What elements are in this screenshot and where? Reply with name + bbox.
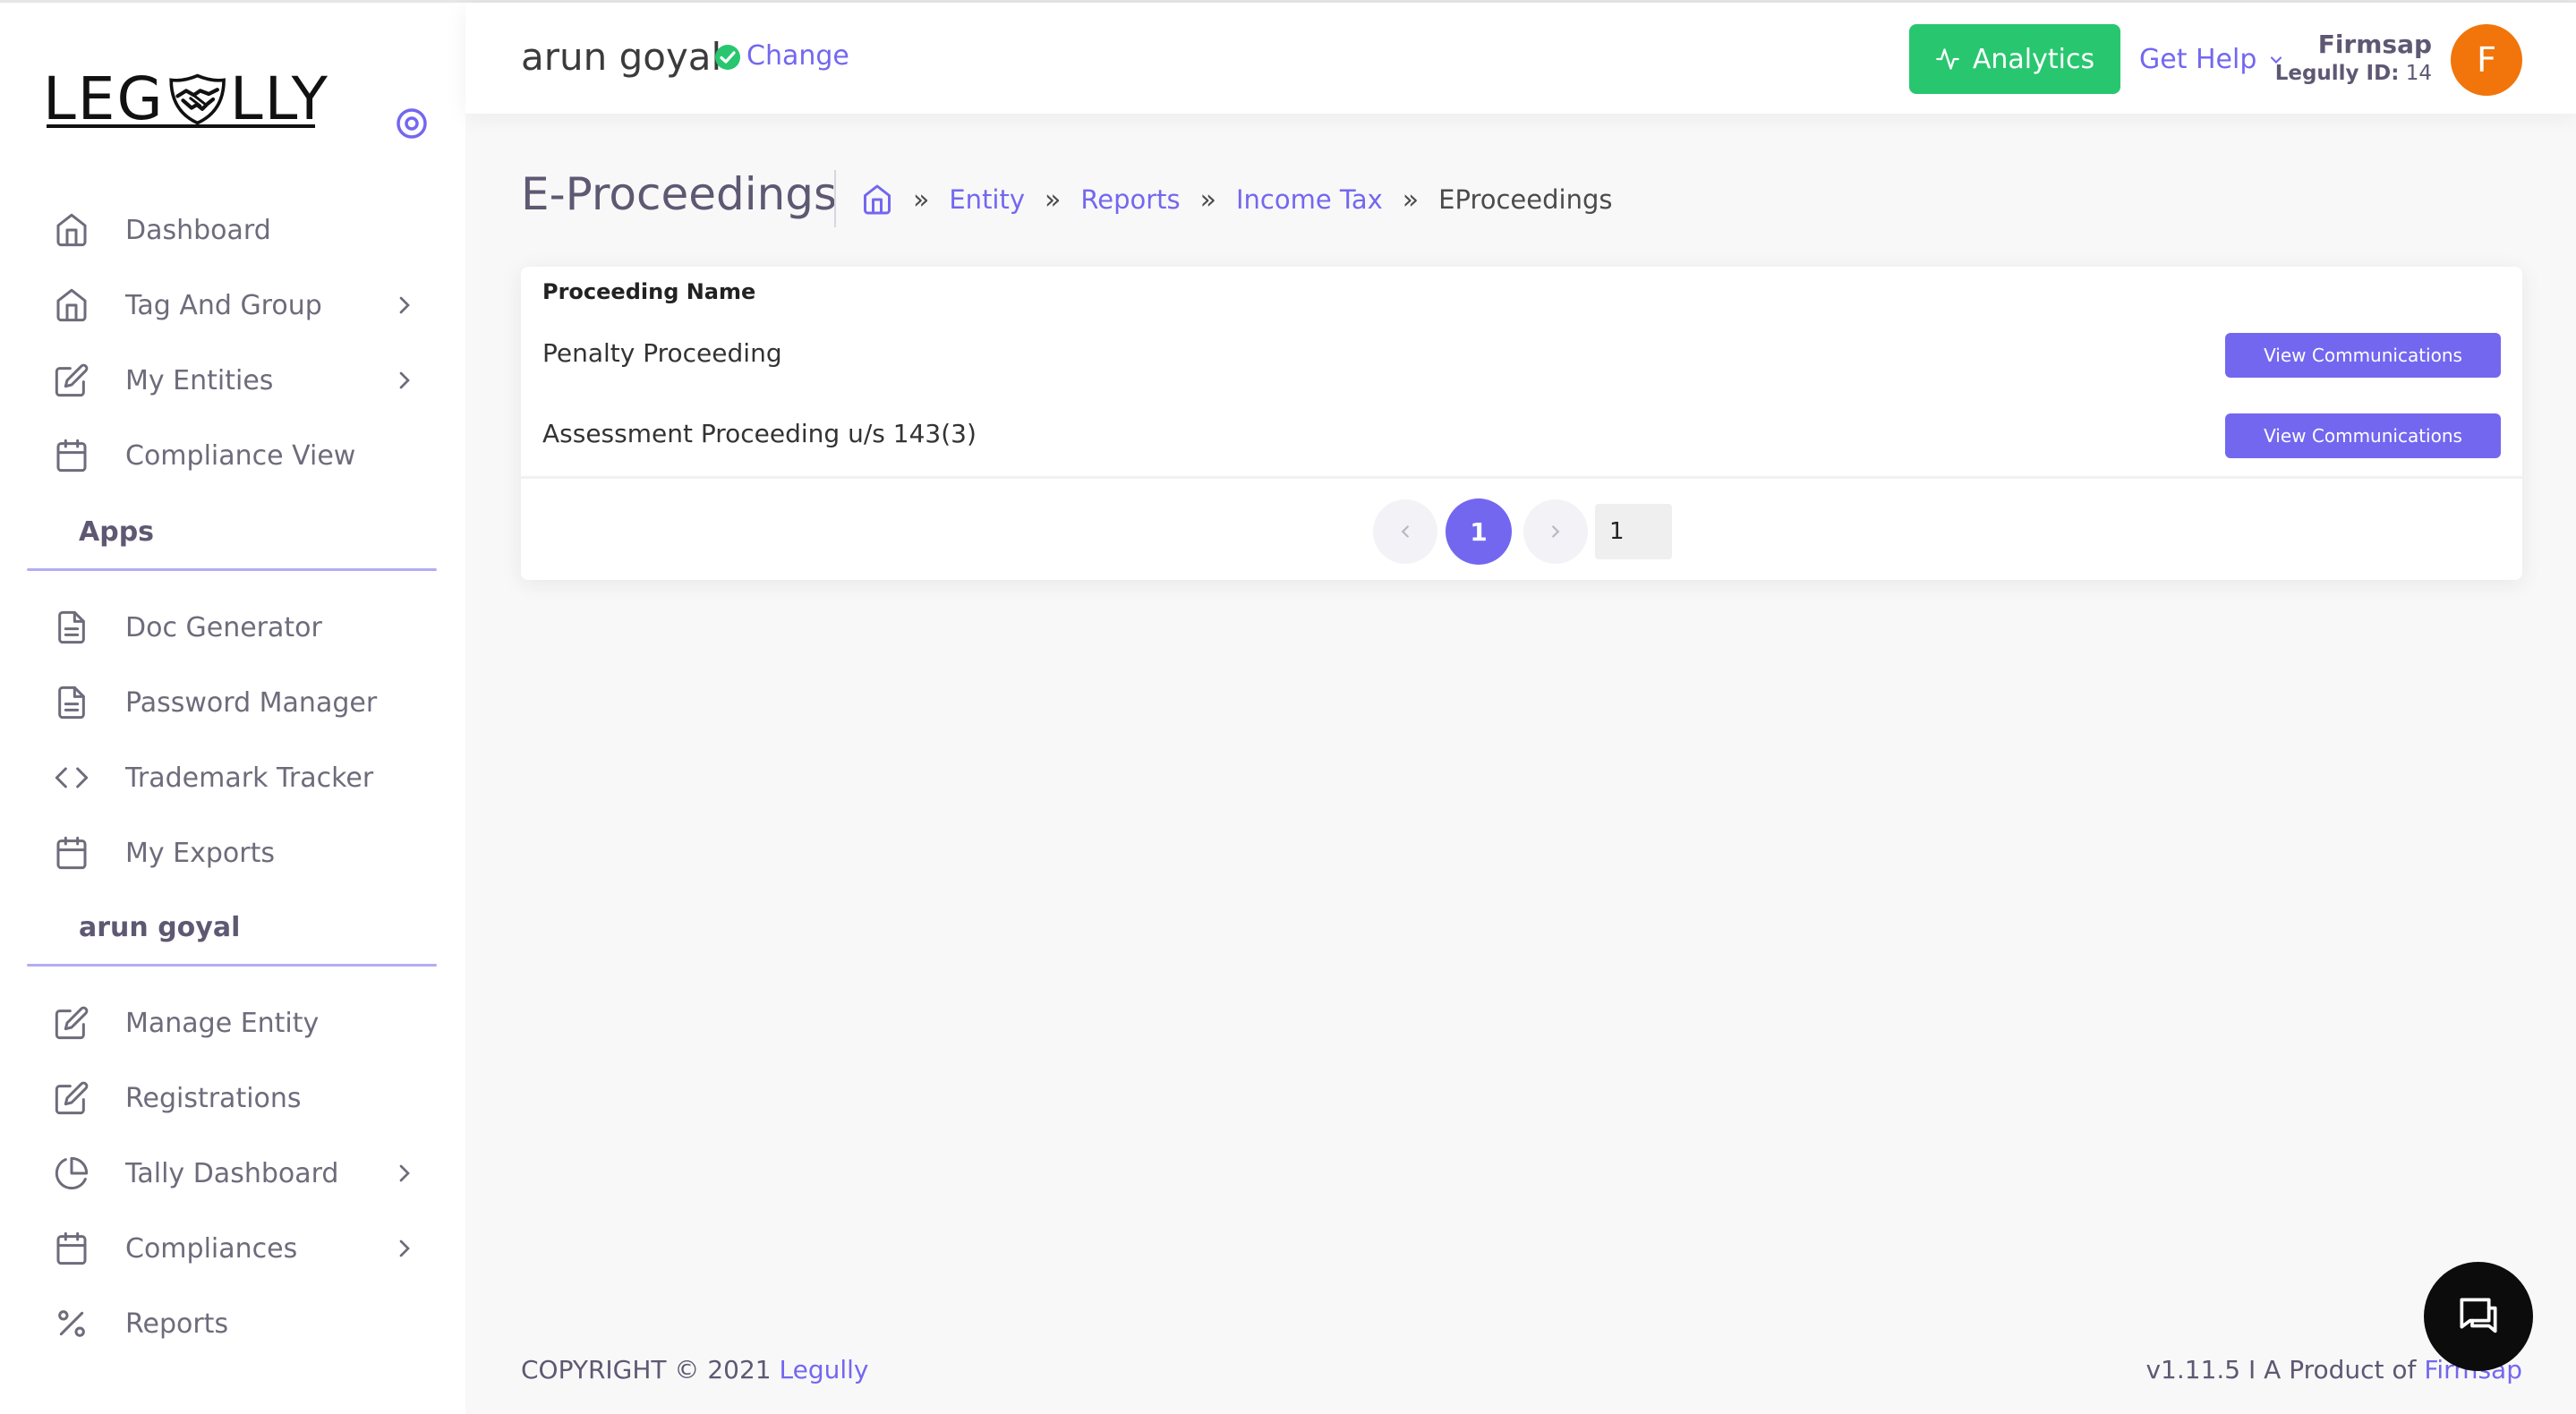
current-page-button[interactable]: 1 [1446, 498, 1512, 565]
toggle-sidebar-icon[interactable] [394, 106, 430, 141]
breadcrumb-separator: » [913, 183, 930, 216]
edit-icon [52, 361, 91, 400]
table-divider [521, 476, 2522, 479]
home-icon[interactable] [861, 183, 893, 216]
view-communications-button[interactable]: View Communications [2225, 413, 2501, 458]
copyright: COPYRIGHT © 2021 Legully [521, 1355, 868, 1384]
calendar-icon [52, 1229, 91, 1268]
legully-id: Legully ID: 14 [2275, 62, 2432, 85]
copyright-text: COPYRIGHT © 2021 [521, 1355, 772, 1384]
logo-underline [47, 124, 315, 128]
sidebar-item-tag-and-group[interactable]: Tag And Group [52, 278, 437, 332]
page-title: E-Proceedings [521, 168, 838, 220]
file-text-icon [52, 683, 91, 722]
chevron-right-icon [399, 1239, 410, 1257]
firm-name: Firmsap [2317, 30, 2432, 59]
chevron-left-icon [1401, 525, 1409, 538]
chevron-right-icon [1552, 525, 1560, 538]
chevron-right-icon [399, 371, 410, 389]
edit-icon [52, 1003, 91, 1043]
sidebar-item-label: Manage Entity [125, 1007, 320, 1039]
file-text-icon [52, 608, 91, 647]
code-icon [52, 758, 91, 797]
change-user-link[interactable]: Change [746, 40, 849, 72]
user-divider [27, 964, 437, 967]
breadcrumb-separator: » [1045, 183, 1062, 216]
home-icon [52, 210, 91, 250]
breadcrumb-separator: » [1402, 183, 1420, 216]
sidebar-item-label: Compliance View [125, 439, 356, 472]
current-user-name: arun goyal [521, 35, 722, 79]
sidebar: LEG LLY Dashboard Tag And Group My Entit… [0, 3, 465, 1414]
proceeding-name: Assessment Proceeding u/s 143(3) [542, 419, 977, 448]
legully-logo[interactable]: LEG LLY [43, 55, 329, 144]
sidebar-item-label: Reports [125, 1308, 229, 1340]
sidebar-item-compliance-view[interactable]: Compliance View [52, 429, 437, 482]
proceedings-card: Proceeding Name Penalty Proceeding View … [521, 267, 2522, 580]
breadcrumb-current: EProceedings [1438, 184, 1613, 215]
calendar-icon [52, 436, 91, 475]
sidebar-item-label: Registrations [125, 1082, 302, 1114]
edit-icon [52, 1078, 91, 1118]
breadcrumb: » Entity » Reports » Income Tax » EProce… [861, 179, 1612, 220]
sidebar-item-registrations[interactable]: Registrations [52, 1071, 437, 1125]
sidebar-item-reports[interactable]: Reports [52, 1297, 437, 1350]
analytics-button[interactable]: Analytics [1909, 24, 2120, 94]
sidebar-item-label: Password Manager [125, 686, 378, 719]
sidebar-item-dashboard[interactable]: Dashboard [52, 203, 437, 257]
sidebar-item-password-manager[interactable]: Password Manager [52, 676, 437, 729]
analytics-label: Analytics [1972, 43, 2095, 75]
pie-chart-icon [52, 1154, 91, 1193]
sidebar-item-label: My Entities [125, 364, 274, 396]
page-number-input[interactable]: 1 [1595, 504, 1672, 559]
sidebar-item-compliances[interactable]: Compliances [52, 1222, 437, 1275]
legully-id-label: Legully ID: [2274, 62, 2400, 85]
shield-handshake-icon [169, 73, 226, 125]
sidebar-item-my-entities[interactable]: My Entities [52, 354, 437, 407]
logo-text-right: LLY [229, 64, 329, 133]
sidebar-item-tally-dashboard[interactable]: Tally Dashboard [52, 1146, 437, 1200]
home-icon [52, 285, 91, 325]
chat-button[interactable] [2424, 1262, 2533, 1371]
legully-id-value: 14 [2405, 62, 2432, 85]
title-divider [834, 170, 836, 227]
column-header-proceeding-name: Proceeding Name [542, 279, 756, 304]
sidebar-item-trademark-tracker[interactable]: Trademark Tracker [52, 751, 437, 805]
breadcrumb-income-tax[interactable]: Income Tax [1236, 184, 1383, 215]
top-navbar: arun goyal Change Analytics Get Help Fir… [465, 3, 2576, 114]
breadcrumb-reports[interactable]: Reports [1080, 184, 1180, 215]
sidebar-item-doc-generator[interactable]: Doc Generator [52, 601, 437, 654]
sidebar-item-label: Dashboard [125, 214, 271, 246]
breadcrumb-separator: » [1199, 183, 1216, 216]
sidebar-item-label: Trademark Tracker [125, 762, 374, 794]
sidebar-item-label: Compliances [125, 1232, 298, 1265]
get-help-label: Get Help [2139, 44, 2257, 75]
next-page-button[interactable] [1523, 499, 1588, 564]
apps-section-heading: Apps [79, 516, 155, 548]
percent-icon [52, 1304, 91, 1343]
logo-text-left: LEG [43, 64, 165, 133]
sidebar-item-manage-entity[interactable]: Manage Entity [52, 996, 437, 1050]
previous-page-button[interactable] [1373, 499, 1437, 564]
view-communications-button[interactable]: View Communications [2225, 333, 2501, 378]
calendar-icon [52, 833, 91, 873]
legully-link[interactable]: Legully [780, 1355, 869, 1384]
user-section-heading: arun goyal [79, 912, 241, 943]
chevron-right-icon [399, 1164, 410, 1182]
breadcrumb-entity[interactable]: Entity [949, 184, 1025, 215]
sidebar-item-label: Doc Generator [125, 611, 322, 643]
sidebar-item-label: Tag And Group [125, 289, 322, 321]
version-text: v1.11.5 I A Product of [2145, 1355, 2417, 1384]
chat-icon [2460, 1298, 2497, 1333]
activity-icon [1936, 48, 1959, 70]
chevron-right-icon [399, 296, 410, 314]
sidebar-item-my-exports[interactable]: My Exports [52, 826, 437, 880]
check-circle-icon [715, 45, 740, 70]
get-help-dropdown[interactable]: Get Help [2139, 44, 2285, 75]
avatar[interactable]: F [2451, 24, 2522, 96]
sidebar-item-label: Tally Dashboard [125, 1157, 339, 1189]
apps-divider [27, 568, 437, 571]
proceeding-name: Penalty Proceeding [542, 338, 782, 368]
sidebar-item-label: My Exports [125, 837, 276, 869]
